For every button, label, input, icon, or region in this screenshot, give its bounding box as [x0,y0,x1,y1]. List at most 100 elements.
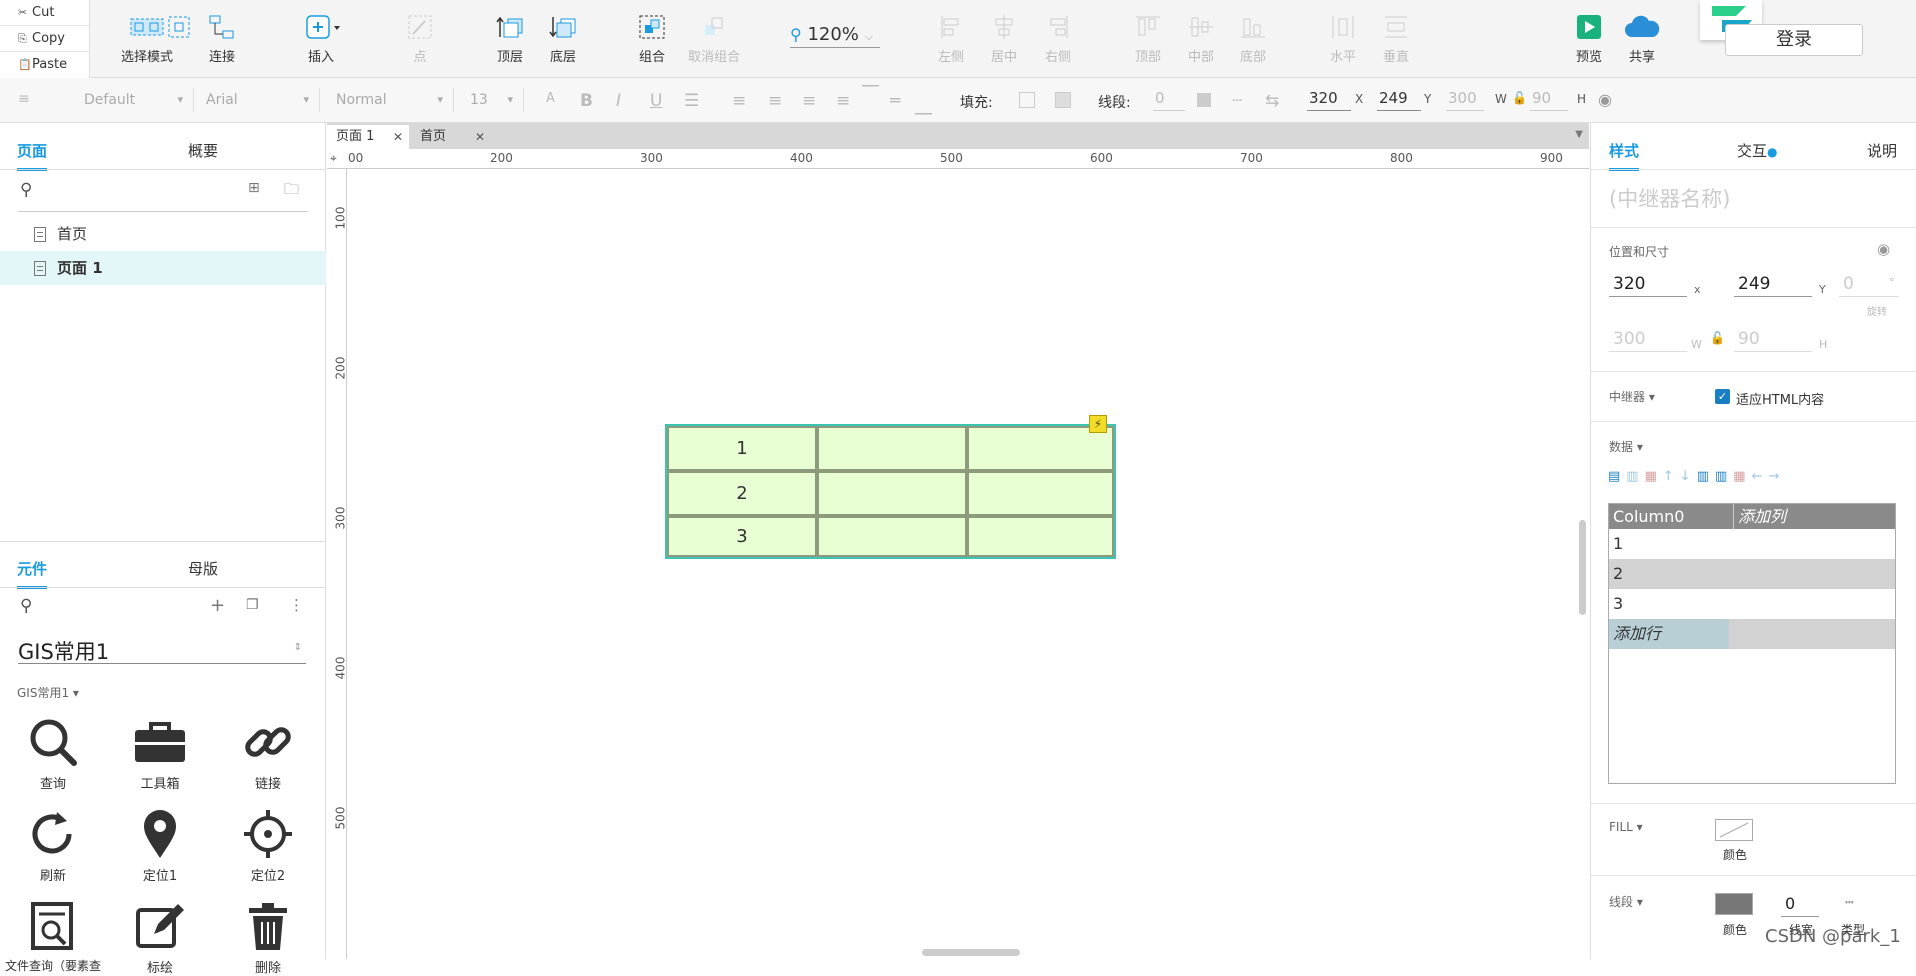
data-row[interactable]: 2 [1609,559,1895,589]
move-left-icon[interactable]: ← [1752,469,1769,484]
insert-col-icon[interactable]: ▥ [1626,469,1644,484]
align-right-button[interactable]: 右侧 [1023,8,1093,65]
stroke-width-field[interactable]: 0 [1781,891,1819,917]
visibility-eye-icon[interactable]: ◉ [1877,240,1890,258]
page-item-page1[interactable]: 页面 1 [0,251,326,285]
repeater-cell[interactable] [817,426,967,471]
zoom-select[interactable]: ⚲ 120% ⌵ [790,24,880,48]
tab-pages[interactable]: 页面 [17,140,48,171]
widget-query[interactable]: 查询 [3,711,103,792]
insert-col-right-icon[interactable]: ▥ [1715,469,1733,484]
widget-draw[interactable]: 标绘 [110,895,210,976]
justify-text-icon[interactable]: ≡ [836,91,850,111]
align-bottom-button[interactable]: 底部 [1218,8,1288,65]
stroke-color-swatch[interactable] [1715,893,1753,915]
font-select[interactable]: Arial [196,88,320,112]
fill-section-header[interactable]: FILL ▾ [1609,820,1643,834]
bottom-layer-button[interactable]: 底层 [528,8,598,65]
lightning-icon[interactable]: ⚡ [1089,415,1107,433]
fill-color-swatch[interactable] [1019,92,1035,108]
font-size-select[interactable]: 13 [460,88,524,112]
paste-button[interactable]: 📋Paste [0,52,89,78]
font-color-icon[interactable]: A [546,91,555,106]
height-input[interactable]: 90 [1734,326,1812,352]
distribute-vertical-button[interactable]: 垂直 [1361,8,1431,65]
move-up-icon[interactable]: ↑ [1663,469,1680,484]
tab-outline[interactable]: 概要 [188,140,218,161]
ungroup-button[interactable]: 取消组合 [679,8,749,65]
valign-middle-icon[interactable]: ═ [890,91,900,111]
delete-col-icon[interactable]: ▦ [1733,469,1751,484]
widget-locate1[interactable]: 定位1 [110,803,210,884]
widget-search-icon[interactable]: ⚲ [20,596,32,616]
tab-style[interactable]: 样式 [1609,140,1640,171]
y-input[interactable]: 249 [1734,271,1812,297]
widget-refresh[interactable]: 刷新 [3,803,103,884]
widget-delete[interactable]: 删除 [218,895,318,976]
style-select[interactable]: Default [74,88,194,112]
format-w-input[interactable]: 300 [1446,89,1484,111]
lock-icon[interactable]: 🔓 [1710,331,1725,345]
group-button[interactable]: 组合 [617,8,687,65]
add-row-cell[interactable]: 添加行 [1609,619,1895,649]
more-options-icon[interactable]: ⋮ [289,596,304,614]
widget-toolbox[interactable]: 工具箱 [110,711,210,792]
add-library-icon[interactable]: + [210,595,225,616]
insert-row-icon[interactable]: ▤ [1608,469,1626,484]
underline-icon[interactable]: U [650,91,662,111]
library-select[interactable]: GIS常用1 ⇕ [18,636,306,664]
cut-button[interactable]: ✂ Cut [0,0,89,26]
weight-select[interactable]: Normal [326,88,454,112]
copy-button[interactable]: ⎘ Copy [0,26,89,52]
arrow-style-icon[interactable]: ⇆ [1265,91,1279,111]
tab-page1[interactable]: 页面 1 ✕ [327,125,409,149]
repeater-cell[interactable] [817,516,967,557]
share-button[interactable]: 共享 [1607,8,1677,65]
widget-file-query[interactable]: 文件查询（要素查 [3,895,103,974]
column0-header[interactable]: Column0 [1613,507,1684,526]
point-button[interactable]: 点 [385,8,455,65]
align-text-right-icon[interactable]: ≡ [802,91,816,111]
format-y-input[interactable]: 249 [1377,89,1421,111]
italic-icon[interactable]: I [616,91,621,111]
bullet-list-icon[interactable]: ☰ [684,91,699,111]
repeater-widget[interactable]: 1 2 3 [665,424,1116,559]
align-text-left-icon[interactable]: ≡ [732,91,746,111]
widget-link[interactable]: 链接 [218,711,318,792]
repeater-section-header[interactable]: 中继器 ▾ [1609,388,1655,405]
lock-ratio-icon[interactable]: 🔓 [1512,91,1527,105]
tab-interaction[interactable]: 交互● [1737,140,1778,161]
repeater-cell[interactable] [967,516,1114,557]
data-row[interactable]: 1 [1609,529,1895,559]
repeater-cell[interactable]: 3 [667,516,817,557]
tab-notes[interactable]: 说明 [1867,140,1897,161]
data-row[interactable]: 3 [1609,589,1895,619]
fit-html-checkbox[interactable]: ✓ [1715,389,1730,404]
add-page-icon[interactable]: ⊞ [248,180,260,196]
library-manage-icon[interactable]: ❐ [246,597,259,613]
login-button[interactable]: 登录 [1725,24,1863,56]
bold-icon[interactable]: B [580,91,593,111]
repeater-cell[interactable]: 2 [667,471,817,516]
format-h-input[interactable]: 90 [1530,89,1568,111]
tab-masters[interactable]: 母版 [188,558,218,579]
delete-row-icon[interactable]: ▦ [1645,469,1663,484]
align-text-center-icon[interactable]: ≡ [768,91,782,111]
tab-widgets[interactable]: 元件 [17,558,48,589]
move-down-icon[interactable]: ↓ [1680,469,1697,484]
insert-button[interactable]: 插入 [286,8,356,65]
horizontal-scrollbar[interactable] [922,949,1020,956]
repeater-cell[interactable]: 1 [667,426,817,471]
vertical-scrollbar[interactable] [1579,520,1586,615]
stroke-section-header[interactable]: 线段 ▾ [1609,893,1643,910]
widget-locate2[interactable]: 定位2 [218,803,318,884]
repeater-name-input[interactable]: (中继器名称) [1609,183,1730,213]
eye-icon[interactable]: ◉ [1598,90,1612,109]
insert-col-left-icon[interactable]: ▥ [1697,469,1715,484]
tabs-dropdown-icon[interactable]: ▼ [1575,129,1583,140]
valign-top-icon[interactable]: ⎺ [862,84,879,104]
connect-button[interactable]: 连接 [187,8,257,65]
stroke-type-icon[interactable]: ┅ [1845,895,1853,911]
page-item-home[interactable]: 首页 [0,217,326,251]
valign-bottom-icon[interactable]: ⎽ [915,96,932,116]
